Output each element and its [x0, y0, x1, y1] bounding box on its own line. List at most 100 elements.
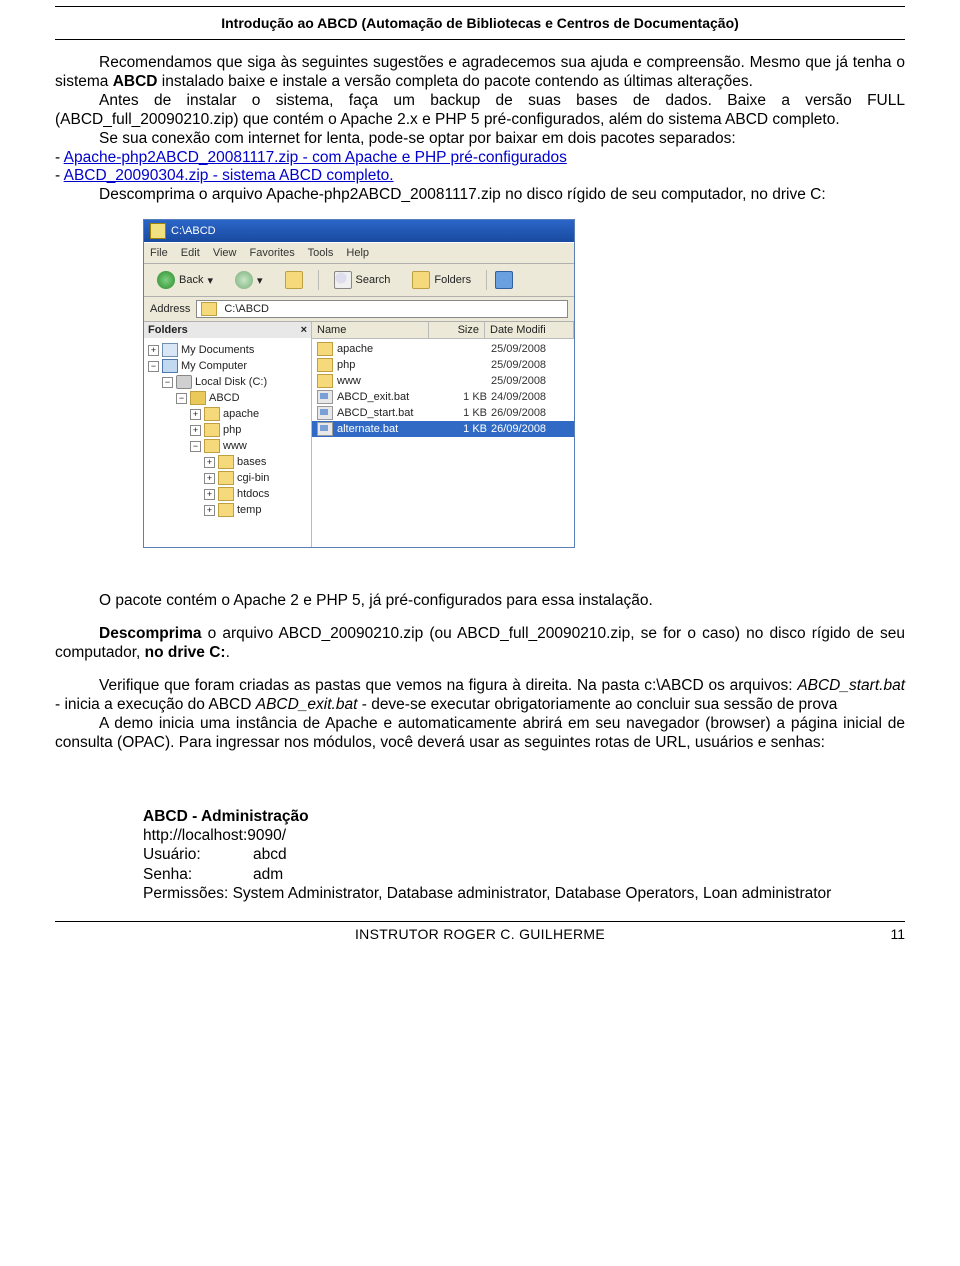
- list-item[interactable]: alternate.bat 1 KB26/09/2008: [312, 421, 574, 437]
- cell: php: [337, 359, 355, 371]
- cell: 1 KB: [442, 423, 487, 435]
- window-title: C:\ABCD: [171, 225, 216, 237]
- dropdown-caret-icon: ▾: [207, 274, 213, 287]
- tree-item-localdisk[interactable]: −Local Disk (C:): [148, 374, 307, 390]
- admin-pass-label: Senha:: [143, 865, 253, 884]
- tree-label: apache: [223, 408, 259, 420]
- tree-item-php[interactable]: +php: [148, 422, 307, 438]
- tree-label: php: [223, 424, 241, 436]
- up-button[interactable]: [278, 268, 310, 292]
- folders-icon: [412, 271, 430, 289]
- tree-label: temp: [237, 504, 261, 516]
- paragraph-2: Antes de instalar o sistema, faça um bac…: [55, 92, 905, 130]
- text: Verifique que foram criadas as pastas qu…: [99, 677, 797, 694]
- admin-user-label: Usuário:: [143, 845, 253, 864]
- address-label: Address: [150, 303, 190, 315]
- admin-url: http://localhost:9090/: [143, 826, 905, 845]
- page-header-title: Introdução ao ABCD (Automação de Bibliot…: [55, 13, 905, 33]
- menu-tools[interactable]: Tools: [308, 247, 334, 259]
- tree-item-htdocs[interactable]: +htdocs: [148, 486, 307, 502]
- cell: 24/09/2008: [487, 391, 569, 403]
- paragraph-1: Recomendamos que siga às seguintes suges…: [55, 54, 905, 92]
- link-line-2: - ABCD_20090304.zip - sistema ABCD compl…: [55, 167, 905, 186]
- tree-label: htdocs: [237, 488, 269, 500]
- menu-favorites[interactable]: Favorites: [250, 247, 295, 259]
- col-name[interactable]: Name: [312, 322, 429, 338]
- menu-bar: File Edit View Favorites Tools Help: [144, 242, 574, 264]
- tree-item-abcd[interactable]: −ABCD: [148, 390, 307, 406]
- menu-view[interactable]: View: [213, 247, 237, 259]
- cell: 26/09/2008: [487, 423, 569, 435]
- search-icon: [334, 271, 352, 289]
- address-input[interactable]: C:\ABCD: [196, 300, 568, 318]
- admin-perms: Permissões: System Administrator, Databa…: [143, 884, 905, 903]
- tree-item-apache[interactable]: +apache: [148, 406, 307, 422]
- cell: 26/09/2008: [487, 407, 569, 419]
- explorer-screenshot: C:\ABCD File Edit View Favorites Tools H…: [143, 219, 905, 548]
- forward-button[interactable]: ▾: [228, 268, 270, 292]
- col-date[interactable]: Date Modifi: [485, 322, 574, 338]
- admin-pass-value: adm: [253, 865, 283, 884]
- menu-help[interactable]: Help: [346, 247, 369, 259]
- text-italic: ABCD_exit.bat: [256, 696, 358, 713]
- footer-instructor: INSTRUTOR ROGER C. GUILHERME: [95, 926, 865, 942]
- link-abcd-zip[interactable]: ABCD_20090304.zip - sistema ABCD complet…: [64, 167, 394, 184]
- up-icon: [285, 271, 303, 289]
- tree-label: bases: [237, 456, 266, 468]
- folders-header: Folders: [148, 324, 188, 336]
- link-apache-php[interactable]: Apache-php2ABCD_20081117.zip - com Apach…: [64, 149, 567, 166]
- text: -: [55, 167, 64, 184]
- search-label: Search: [356, 274, 391, 286]
- list-item[interactable]: apache25/09/2008: [312, 341, 574, 357]
- cell: alternate.bat: [337, 423, 398, 435]
- menu-file[interactable]: File: [150, 247, 168, 259]
- tree-label: www: [223, 440, 247, 452]
- folders-button[interactable]: Folders: [405, 268, 478, 292]
- text-italic: ABCD_start.bat: [797, 677, 905, 694]
- menu-edit[interactable]: Edit: [181, 247, 200, 259]
- dropdown-caret-icon: ▾: [257, 274, 263, 287]
- folders-tree: Folders × +My Documents −My Computer −Lo…: [144, 322, 312, 547]
- text: - inicia a execução do ABCD: [55, 696, 256, 713]
- search-button[interactable]: Search: [327, 268, 398, 292]
- admin-title: ABCD - Administração: [143, 807, 905, 826]
- folder-icon: [150, 223, 166, 239]
- tree-item-cgibin[interactable]: +cgi-bin: [148, 470, 307, 486]
- list-item[interactable]: www25/09/2008: [312, 373, 574, 389]
- list-item[interactable]: ABCD_exit.bat1 KB24/09/2008: [312, 389, 574, 405]
- tree-item-temp[interactable]: +temp: [148, 502, 307, 518]
- tree-label: Local Disk (C:): [195, 376, 267, 388]
- paragraph-4: Descomprima o arquivo Apache-php2ABCD_20…: [55, 186, 905, 205]
- text-bold: no drive C:: [145, 644, 226, 661]
- list-item[interactable]: ABCD_start.bat1 KB26/09/2008: [312, 405, 574, 421]
- page-footer: INSTRUTOR ROGER C. GUILHERME 11: [55, 921, 905, 942]
- admin-user-value: abcd: [253, 845, 287, 864]
- tree-item-mycomp[interactable]: −My Computer: [148, 358, 307, 374]
- col-size[interactable]: Size: [429, 322, 485, 338]
- file-list: Name Size Date Modifi apache25/09/2008 p…: [312, 322, 574, 547]
- tree-label: cgi-bin: [237, 472, 269, 484]
- folder-icon: [201, 302, 217, 316]
- list-item[interactable]: php25/09/2008: [312, 357, 574, 373]
- cell: 25/09/2008: [487, 343, 569, 355]
- back-button[interactable]: Back ▾: [150, 268, 220, 292]
- text: -: [55, 149, 64, 166]
- toolbar: Back ▾ ▾ Search Folders: [144, 264, 574, 297]
- text: - deve-se executar obrigatoriamente ao c…: [357, 696, 837, 713]
- cell: ABCD_start.bat: [337, 407, 413, 419]
- link-line-1: - Apache-php2ABCD_20081117.zip - com Apa…: [55, 149, 905, 168]
- list-header: Name Size Date Modifi: [312, 322, 574, 339]
- paragraph-7: Verifique que foram criadas as pastas qu…: [55, 677, 905, 715]
- close-icon[interactable]: ×: [301, 324, 307, 336]
- folders-label: Folders: [434, 274, 471, 286]
- tree-item-www[interactable]: −www: [148, 438, 307, 454]
- views-icon[interactable]: [495, 271, 513, 289]
- forward-icon: [235, 271, 253, 289]
- address-bar: Address C:\ABCD: [144, 297, 574, 322]
- paragraph-3: Se sua conexão com internet for lenta, p…: [55, 130, 905, 149]
- cell: www: [337, 375, 361, 387]
- tree-item-mydocs[interactable]: +My Documents: [148, 342, 307, 358]
- text: instalado baixe e instale a versão compl…: [158, 73, 753, 90]
- text-bold: Descomprima: [99, 625, 202, 642]
- tree-item-bases[interactable]: +bases: [148, 454, 307, 470]
